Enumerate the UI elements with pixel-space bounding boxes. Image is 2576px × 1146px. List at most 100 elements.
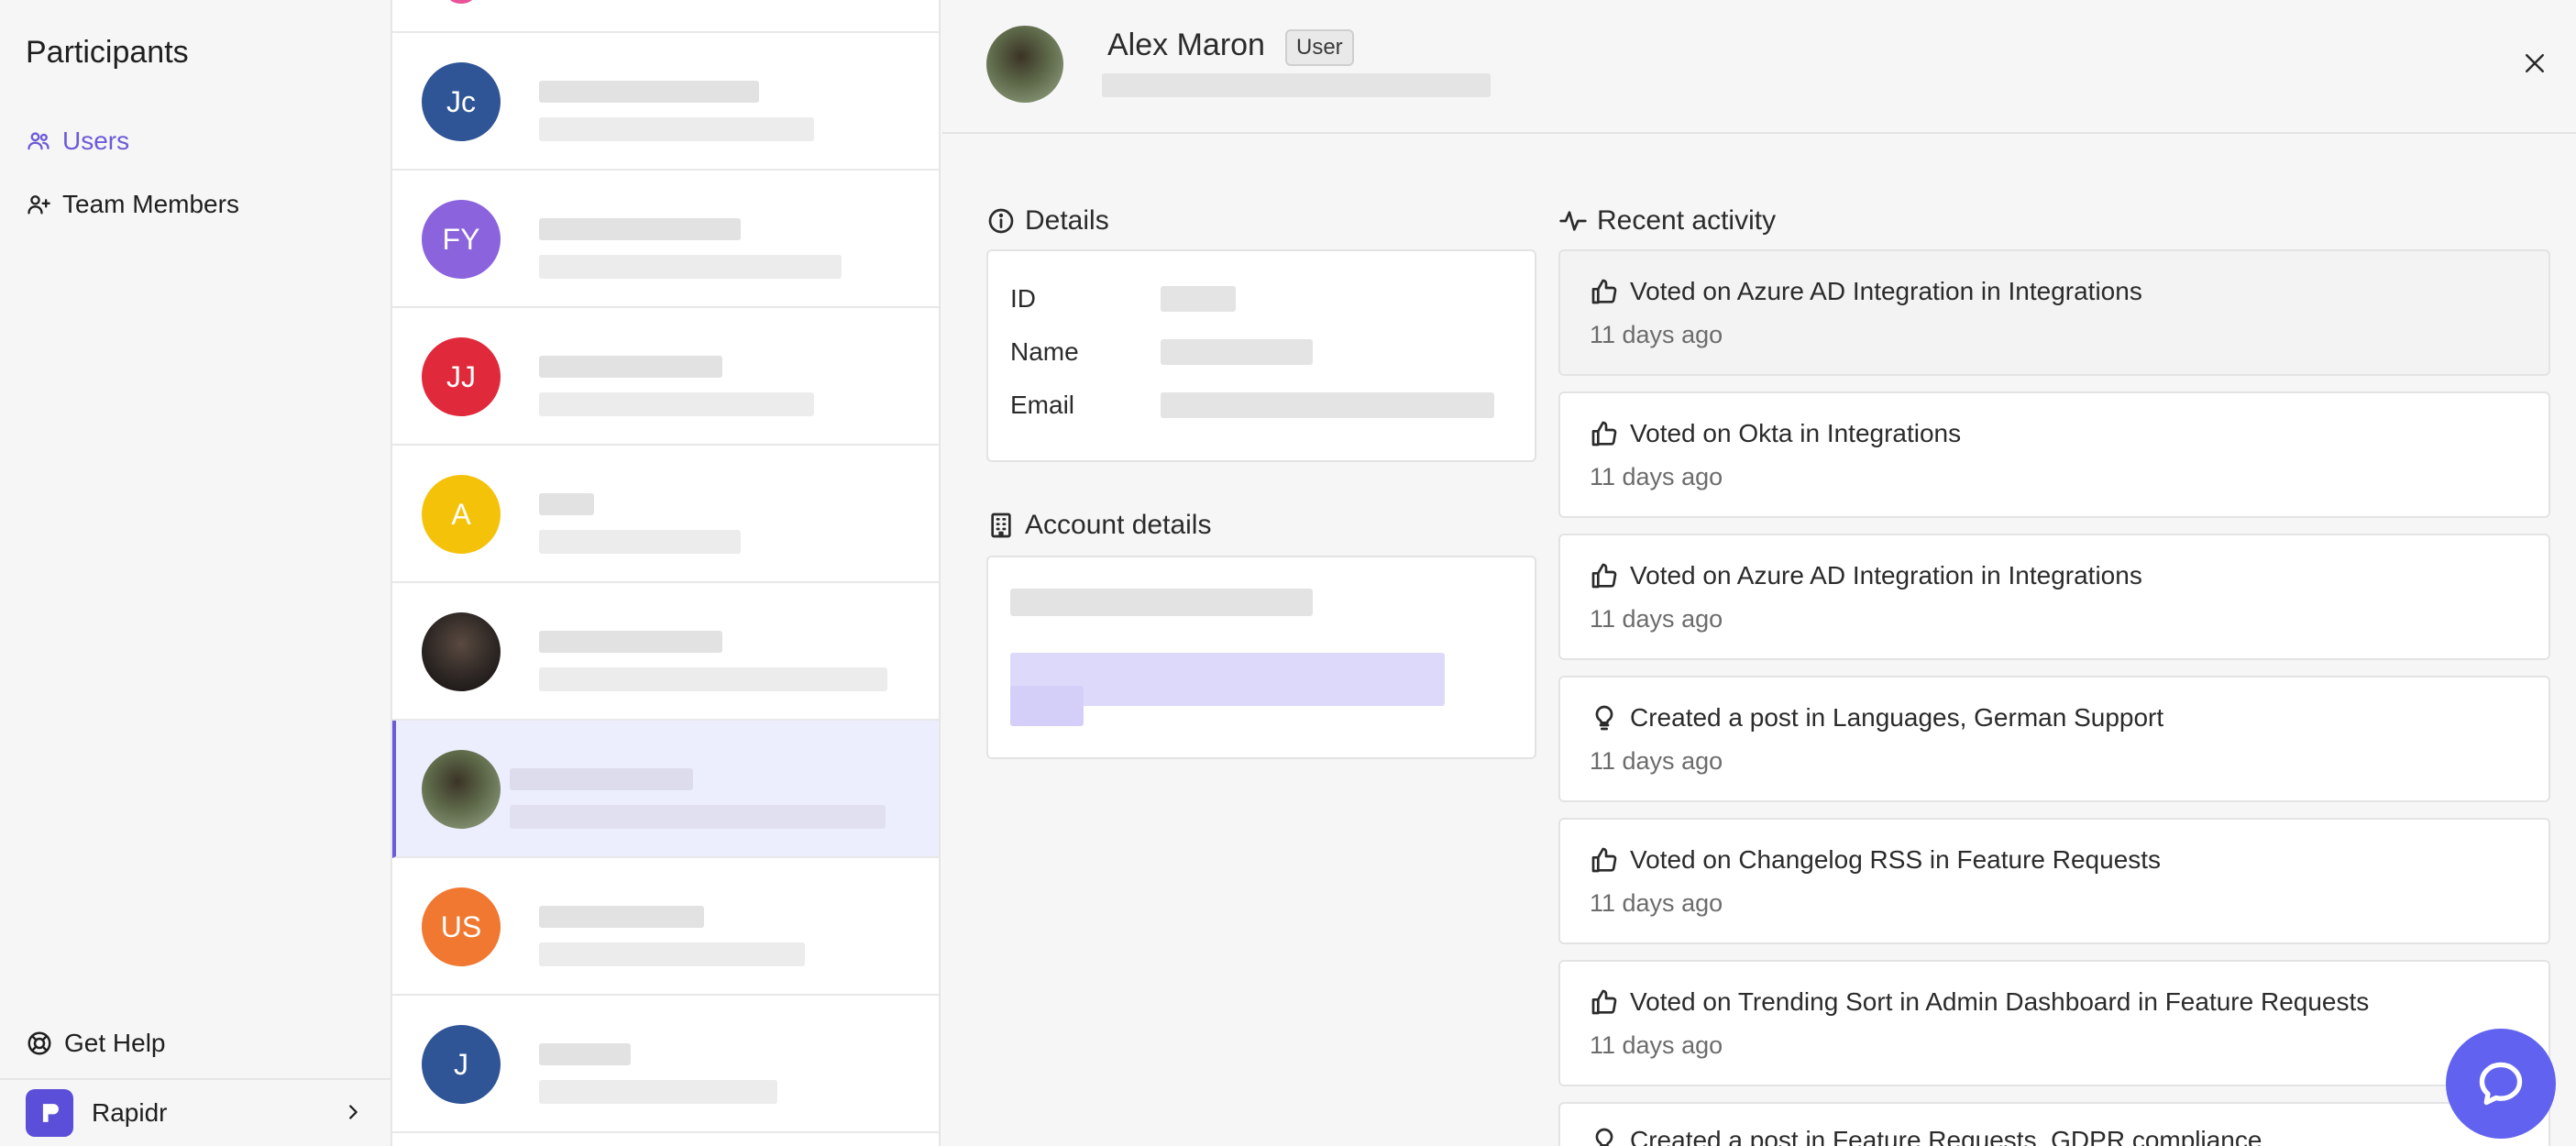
id-label: ID [1010,284,1036,313]
redacted-name [539,218,741,240]
chat-bubble-icon [2479,1062,2523,1106]
chat-launcher-button[interactable] [2446,1029,2556,1139]
list-item-partial[interactable] [392,0,939,33]
participants-list: Jc FY JJ A US J [392,0,941,1146]
user-plus-icon [28,195,50,215]
redacted-account-name [1010,589,1313,616]
redacted-email [539,942,805,966]
info-icon [988,208,1014,234]
rapidr-logo [26,1089,73,1137]
activity-item[interactable]: Voted on Azure AD Integration in Integra… [1558,534,2550,660]
activity-time: 11 days ago [1590,605,1723,633]
list-item-selected[interactable] [392,721,939,858]
list-item[interactable]: J [392,996,939,1133]
avatar [422,750,501,829]
activity-icon [1559,211,1587,231]
activity-time: 11 days ago [1590,747,1723,775]
nav-item-team-members-label: Team Members [62,190,239,218]
account-details-card [986,556,1536,759]
account-details-heading: Account details [986,510,1211,541]
details-title: Details [1025,205,1109,236]
close-icon[interactable] [2521,50,2548,77]
nav-item-users-label: Users [62,127,130,155]
thumbs-up-icon [1591,563,1617,589]
get-help-link[interactable]: Get Help [26,1029,166,1058]
activity-time: 11 days ago [1590,1031,1723,1059]
detail-header: Alex Maron User [942,0,2576,134]
thumbs-up-icon [1591,421,1617,446]
account-details-title: Account details [1025,510,1212,540]
user-name: Alex Maron [1107,28,1265,62]
org-name: Rapidr [92,1098,168,1127]
details-heading: Details [986,205,1109,237]
redacted-name [539,631,722,653]
user-detail-panel: Alex Maron User Details ID Name Email Ac… [942,0,2576,1146]
recent-activity-title: Recent activity [1597,205,1777,236]
redacted-email [539,392,814,416]
activity-text: Voted on Trending Sort in Admin Dashboar… [1630,987,2370,1016]
get-help-label: Get Help [64,1029,166,1057]
avatar: Jc [422,62,501,141]
redacted-email [510,805,886,829]
redacted-email [539,667,887,691]
user-avatar [986,26,1063,103]
org-switcher[interactable]: Rapidr [0,1078,391,1146]
redacted-name [539,1043,631,1065]
activity-item[interactable]: Voted on Trending Sort in Admin Dashboar… [1558,960,2550,1086]
redacted-name-value [1161,339,1313,365]
activity-text: Created a post in Feature Requests, GDPR… [1630,1126,2262,1146]
list-item[interactable]: FY [392,171,939,308]
redacted-email [539,255,842,279]
activity-time: 11 days ago [1590,889,1723,917]
recent-activity-heading: Recent activity [1558,205,1776,237]
lifebuoy-icon [28,1031,51,1055]
avatar: FY [422,200,501,279]
building-icon [991,512,1011,538]
redacted-user-email [1102,73,1491,97]
lightbulb-icon [1595,705,1613,731]
activity-text: Voted on Azure AD Integration in Integra… [1630,277,2142,305]
redacted-name [539,906,704,928]
redacted-email [539,117,814,141]
activity-item[interactable]: Created a post in Languages, German Supp… [1558,676,2550,802]
list-item[interactable] [392,583,939,721]
nav-title: Participants [26,35,189,70]
nav-item-users[interactable]: Users [26,127,129,156]
redacted-name [539,81,759,103]
activity-text: Voted on Azure AD Integration in Integra… [1630,561,2142,590]
redacted-name [539,493,594,515]
list-item[interactable]: US [392,858,939,996]
list-item[interactable]: JJ [392,308,939,446]
avatar: J [422,1025,501,1104]
redacted-email [539,530,741,554]
redacted-account-link-extra [1010,686,1084,726]
avatar: JJ [422,337,501,416]
redacted-id [1161,286,1236,312]
chevron-right-icon [349,1105,358,1119]
activity-item[interactable]: Voted on Azure AD Integration in Integra… [1558,249,2550,376]
activity-time: 11 days ago [1590,463,1723,490]
activity-item[interactable]: Voted on Changelog RSS in Feature Reques… [1558,818,2550,944]
lightbulb-icon [1595,1128,1613,1146]
avatar: A [422,475,501,554]
avatar [447,0,475,4]
activity-text: Voted on Changelog RSS in Feature Reques… [1630,845,2162,874]
activity-text: Created a post in Languages, German Supp… [1630,703,2164,732]
activity-time: 11 days ago [1590,321,1723,348]
list-item[interactable]: Jc [392,33,939,171]
user-role-badge: User [1285,29,1354,66]
redacted-email [539,1080,777,1104]
redacted-email-value [1161,392,1494,418]
email-label: Email [1010,391,1075,419]
nav-item-team-members[interactable]: Team Members [26,190,239,219]
activity-item[interactable]: Voted on Okta in Integrations 11 days ag… [1558,391,2550,518]
redacted-name [510,768,693,790]
list-item[interactable]: A [392,446,939,583]
users-icon [28,132,50,150]
redacted-name [539,356,722,378]
thumbs-up-icon [1591,847,1617,873]
avatar: US [422,887,501,966]
activity-text: Voted on Okta in Integrations [1630,419,1962,447]
activity-item-partial[interactable]: Created a post in Feature Requests, GDPR… [1558,1102,2550,1146]
sidebar: Participants Users Team Members Get Help… [0,0,392,1146]
